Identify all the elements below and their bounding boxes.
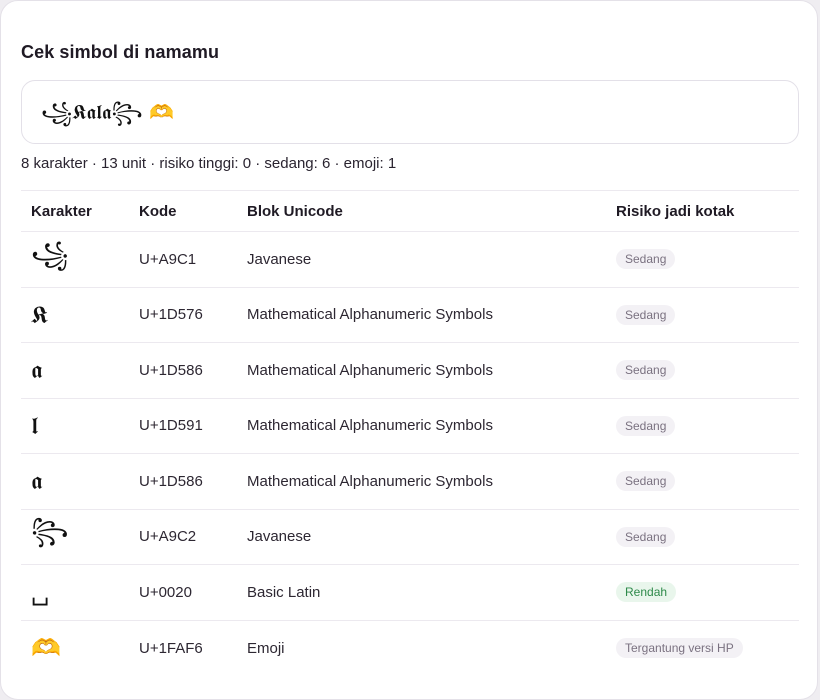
table-row: ␣ U+0020 Basic Latin Rendah [21, 564, 799, 621]
code-cell: U+1D586 [129, 342, 237, 399]
risk-cell: Sedang [606, 287, 799, 343]
page-title: Cek simbol di namamu [21, 42, 220, 62]
table-row: ꧂ U+A9C2 Javanese Sedang [21, 509, 799, 565]
risk-badge: Sedang [616, 526, 676, 547]
char-cell: ꧂ [21, 509, 129, 565]
char-cell: 🫶 [31, 634, 61, 662]
table-row: 𝖆 U+1D586 Mathematical Alphanumeric Symb… [21, 453, 799, 510]
risk-badge: Tergantung versi HP [616, 638, 743, 658]
risk-cell: Rendah [606, 564, 799, 621]
header-risiko: Risiko jadi kotak [606, 190, 799, 232]
block-cell: Mathematical Alphanumeric Symbols [237, 453, 606, 510]
block-cell: Emoji [247, 639, 285, 657]
risk-cell: Sedang [606, 231, 799, 288]
risk-cell: Sedang [606, 342, 799, 399]
table-header-row: Karakter Kode Blok Unicode Risiko jadi k… [21, 190, 799, 232]
char-cell: ␣ [21, 564, 129, 621]
header-karakter: Karakter [21, 190, 129, 232]
risk-cell: Sedang [606, 398, 799, 454]
name-input[interactable]: ꧁𝕶𝖆𝖑𝖆꧂ 🫶 [21, 80, 799, 144]
risk-badge: Sedang [616, 360, 676, 381]
risk-badge: Sedang [616, 249, 676, 270]
risk-badge: Sedang [616, 304, 676, 325]
risk-badge: Sedang [616, 415, 676, 436]
symbol-check-card: Cek simbol di namamu ꧁𝕶𝖆𝖑𝖆꧂ 🫶 8 karakter… [0, 0, 818, 700]
char-cell: 𝖆 [21, 453, 129, 510]
risk-cell: Sedang [606, 453, 799, 510]
block-cell: Javanese [237, 231, 606, 288]
table-row: ꧁ U+A9C1 Javanese Sedang [21, 231, 799, 288]
char-cell: ꧁ [21, 231, 129, 288]
header-kode: Kode [129, 190, 237, 232]
table-row: 𝖆 U+1D586 Mathematical Alphanumeric Symb… [21, 342, 799, 399]
code-cell: U+0020 [129, 564, 237, 621]
block-cell: Mathematical Alphanumeric Symbols [237, 342, 606, 399]
table-row: 🫶 U+1FAF6 Emoji Tergantung versi HP [21, 620, 799, 676]
risk-cell: Sedang [606, 509, 799, 565]
header-blok-unicode: Blok Unicode [237, 190, 606, 232]
code-cell: U+A9C2 [129, 509, 237, 565]
table-row: 𝖑 U+1D591 Mathematical Alphanumeric Symb… [21, 398, 799, 454]
risk-badge: Rendah [616, 582, 677, 603]
risk-badge: Sedang [616, 471, 676, 492]
character-table: Karakter Kode Blok Unicode Risiko jadi k… [21, 190, 799, 676]
code-cell: U+1D576 [129, 287, 237, 343]
name-input-value[interactable]: ꧁𝕶𝖆𝖑𝖆꧂ 🫶 [41, 98, 174, 138]
risk-cell: Tergantung versi HP [606, 620, 799, 676]
block-cell: Mathematical Alphanumeric Symbols [237, 398, 606, 454]
block-cell: Javanese [237, 509, 606, 565]
table-row: 𝕶 U+1D576 Mathematical Alphanumeric Symb… [21, 287, 799, 343]
code-cell: U+A9C1 [129, 231, 237, 288]
char-cell: 𝕶 [21, 287, 129, 343]
char-cell: 𝖆 [21, 342, 129, 399]
block-cell: Mathematical Alphanumeric Symbols [237, 287, 606, 343]
code-cell: U+1FAF6 [139, 639, 203, 657]
code-cell: U+1D591 [129, 398, 237, 454]
code-cell: U+1D586 [129, 453, 237, 510]
summary-text: 8 karakter · 13 unit · risiko tinggi: 0 … [21, 155, 397, 172]
char-cell: 𝖑 [21, 398, 129, 454]
block-cell: Basic Latin [237, 564, 606, 621]
